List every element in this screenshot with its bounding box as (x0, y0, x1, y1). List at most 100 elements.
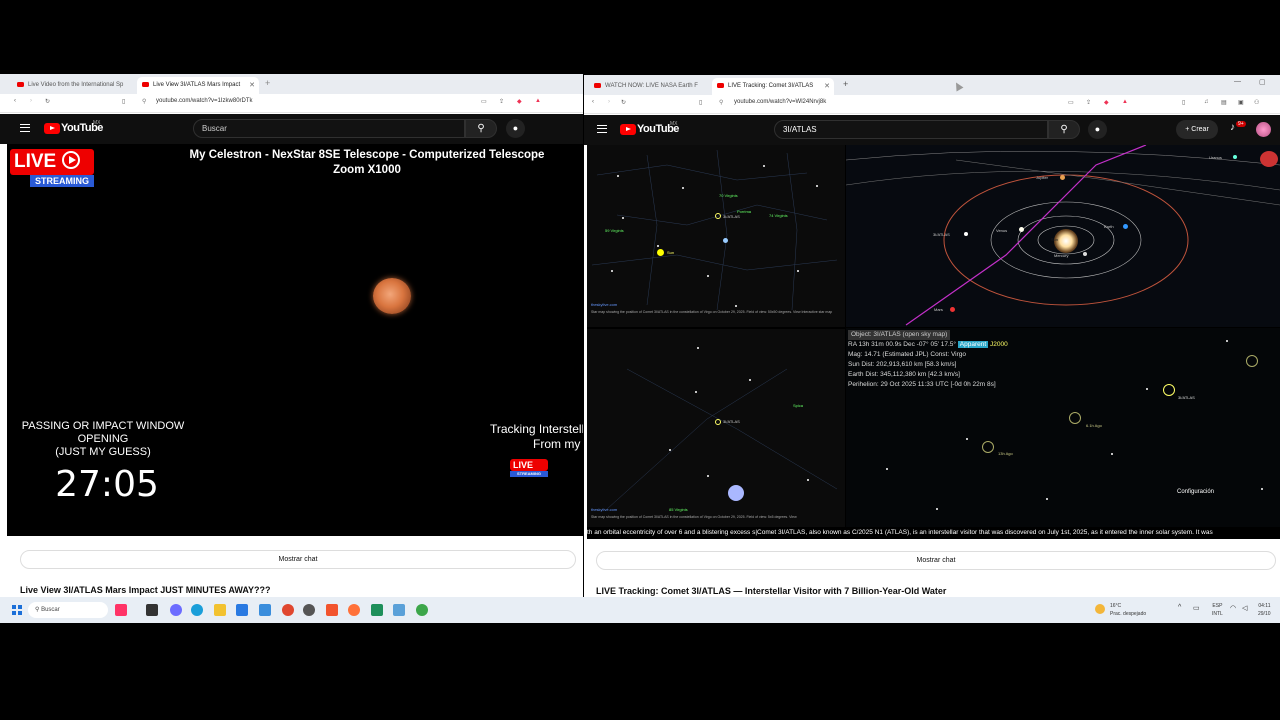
brave-rewards-icon[interactable]: ▲ (1122, 99, 1128, 105)
close-tab-icon[interactable]: ✕ (249, 77, 255, 94)
show-chat-button[interactable]: Mostrar chat (596, 551, 1276, 570)
photos-icon[interactable] (393, 604, 405, 616)
app-icon[interactable] (259, 604, 271, 616)
widget-icon[interactable] (115, 604, 127, 616)
brave-shield-icon[interactable]: ◆ (1104, 99, 1109, 106)
search-button[interactable]: ⚲ (1048, 120, 1080, 139)
calculator-icon[interactable] (371, 604, 383, 616)
brave-rewards-icon[interactable]: ▲ (535, 98, 541, 104)
new-tab-icon[interactable]: + (843, 79, 848, 89)
left-video-player[interactable]: LIVE STREAMING My Celestron - NexStar 8S… (7, 144, 583, 536)
sky-map-zoomed: 3I/ATLAS Spica 85 Virginis theskylive.co… (587, 329, 845, 539)
back-icon[interactable]: ‹ (592, 99, 594, 105)
comet-deepsky-label: 3I/ATLAS (1178, 395, 1195, 400)
tab-nasa-earth[interactable]: WATCH NOW: LIVE NASA Earth F (589, 78, 709, 95)
tray-chevron-icon[interactable]: ^ (1178, 604, 1181, 611)
store-icon[interactable] (236, 604, 248, 616)
reload-icon[interactable]: ↻ (45, 98, 50, 105)
minimize-icon[interactable]: — (1234, 78, 1241, 85)
dell-icon[interactable] (303, 604, 315, 616)
task-view-icon[interactable] (146, 604, 158, 616)
epoch-badge[interactable]: Apparent (957, 341, 989, 348)
edge-icon[interactable] (191, 604, 203, 616)
video-overlay-title: My Celestron - NexStar 8SE Telescope - C… (189, 149, 545, 176)
youtube-logo-icon[interactable] (620, 124, 636, 135)
avatar[interactable] (1256, 122, 1271, 137)
maximize-icon[interactable]: ▢ (1259, 78, 1266, 86)
bookmark-icon[interactable]: ▯ (699, 99, 702, 106)
wifi-icon[interactable]: ◠ (1230, 604, 1236, 612)
menu-icon[interactable] (20, 124, 30, 132)
comet-label: 3I/ATLAS (723, 214, 740, 219)
windows-start-icon[interactable] (12, 605, 22, 615)
extension-icon[interactable]: ▭ (1068, 99, 1074, 106)
object-line[interactable]: Object: 3I/ATLAS (open sky map) (848, 330, 951, 340)
firefox-icon[interactable] (348, 604, 360, 616)
sky-map-caption: Star map showing the position of Comet 3… (591, 310, 833, 314)
countdown-timer: 27:05 (55, 464, 159, 505)
forward-icon[interactable]: › (30, 98, 32, 104)
close-tab-icon[interactable]: ✕ (824, 78, 830, 95)
wallet-icon[interactable]: ▣ (1238, 99, 1244, 106)
tracking-text: Tracking Interstell From my (490, 422, 583, 451)
live-badge-top: LIVE (10, 149, 94, 175)
tab-label: Live View 3I/ATLAS Mars Impact (153, 82, 241, 88)
star-label: Porrima (737, 209, 752, 214)
back-icon[interactable]: ‹ (14, 98, 16, 104)
extension-icon[interactable]: ▭ (481, 98, 487, 105)
search-button[interactable]: ⚲ (465, 119, 497, 138)
right-video-player[interactable]: Sun 3I/ATLAS 59 Virginis 70 Virginis Por… (587, 145, 1280, 539)
tab-iss-live[interactable]: Live Video from the International Sp (12, 77, 134, 94)
share-icon[interactable]: ⇪ (1086, 99, 1091, 106)
tab-mars-impact[interactable]: Live View 3I/ATLAS Mars Impact ✕ (137, 77, 259, 94)
voice-search-icon[interactable]: ● (1088, 120, 1107, 139)
config-button[interactable]: Configuración (1177, 489, 1214, 495)
magnitude-line: Mag: 14.71 (Estimated JPL) Const: Virgo (848, 351, 967, 358)
reload-icon[interactable]: ↻ (621, 99, 626, 106)
new-tab-icon[interactable]: + (265, 78, 270, 88)
brave-icon[interactable] (326, 604, 338, 616)
url-field[interactable]: youtube.com/watch?v=1Izkw80rDTk (156, 98, 253, 104)
url-field[interactable]: youtube.com/watch?v=Wl24Nrvj8k (734, 99, 826, 105)
profile-icon[interactable]: ⚇ (1254, 99, 1259, 106)
sun-marker-icon (657, 249, 664, 256)
tray-app-icon[interactable]: ▭ (1193, 604, 1200, 612)
star (886, 468, 888, 470)
mercury-planet-icon (1083, 252, 1087, 256)
venus-label: Venus (996, 228, 1008, 233)
youtube-favicon-icon (17, 82, 24, 87)
search-input[interactable]: Buscar (193, 119, 465, 138)
voice-search-icon[interactable]: ● (506, 119, 525, 138)
star (1226, 340, 1228, 342)
panel-icon[interactable]: ▤ (1221, 99, 1227, 106)
copilot-icon[interactable] (170, 604, 182, 616)
brave-shield-icon[interactable]: ◆ (517, 98, 522, 105)
search-icon: ⚲ (477, 123, 485, 134)
trail-marker-icon (982, 441, 994, 453)
chrome-alt-icon[interactable] (416, 604, 428, 616)
bookmark-icon[interactable]: ▯ (122, 98, 125, 105)
menu-icon[interactable] (597, 125, 607, 133)
tab-comet-tracking[interactable]: LIVE Tracking: Comet 3I/ATLAS ✕ (712, 78, 834, 95)
share-icon[interactable]: ⇪ (499, 98, 504, 105)
file-explorer-icon[interactable] (214, 604, 226, 616)
site-info-icon[interactable]: ⚲ (142, 98, 146, 105)
notifications-bell-icon[interactable]: ♪ (1230, 122, 1235, 133)
clock[interactable]: 04:11 29/10 (1258, 602, 1271, 618)
channel-logo-icon (1260, 151, 1278, 167)
site-info-icon[interactable]: ⚲ (719, 99, 723, 106)
forward-icon[interactable]: › (608, 99, 610, 105)
weather-widget[interactable]: 16°C Prac. despejado (1110, 602, 1146, 618)
show-chat-button[interactable]: Mostrar chat (20, 550, 576, 569)
sidebar-icon[interactable]: ▯ (1182, 99, 1185, 106)
language-indicator[interactable]: ESP INTL (1212, 602, 1223, 618)
search-input[interactable]: 3I/ATLAS (774, 120, 1048, 139)
taskbar-search-box[interactable]: ⚲ Buscar (28, 602, 108, 618)
youtube-logo-icon[interactable] (44, 123, 60, 134)
music-icon[interactable]: ♫ (1204, 99, 1209, 105)
volume-icon[interactable]: ◁ (1242, 604, 1247, 612)
create-button[interactable]: + Crear (1176, 120, 1218, 139)
info-box: Object: 3I/ATLAS (open sky map) RA 13h 3… (848, 330, 1048, 390)
live-streaming-badge: LIVE STREAMING (10, 149, 94, 187)
chrome-icon[interactable] (282, 604, 294, 616)
